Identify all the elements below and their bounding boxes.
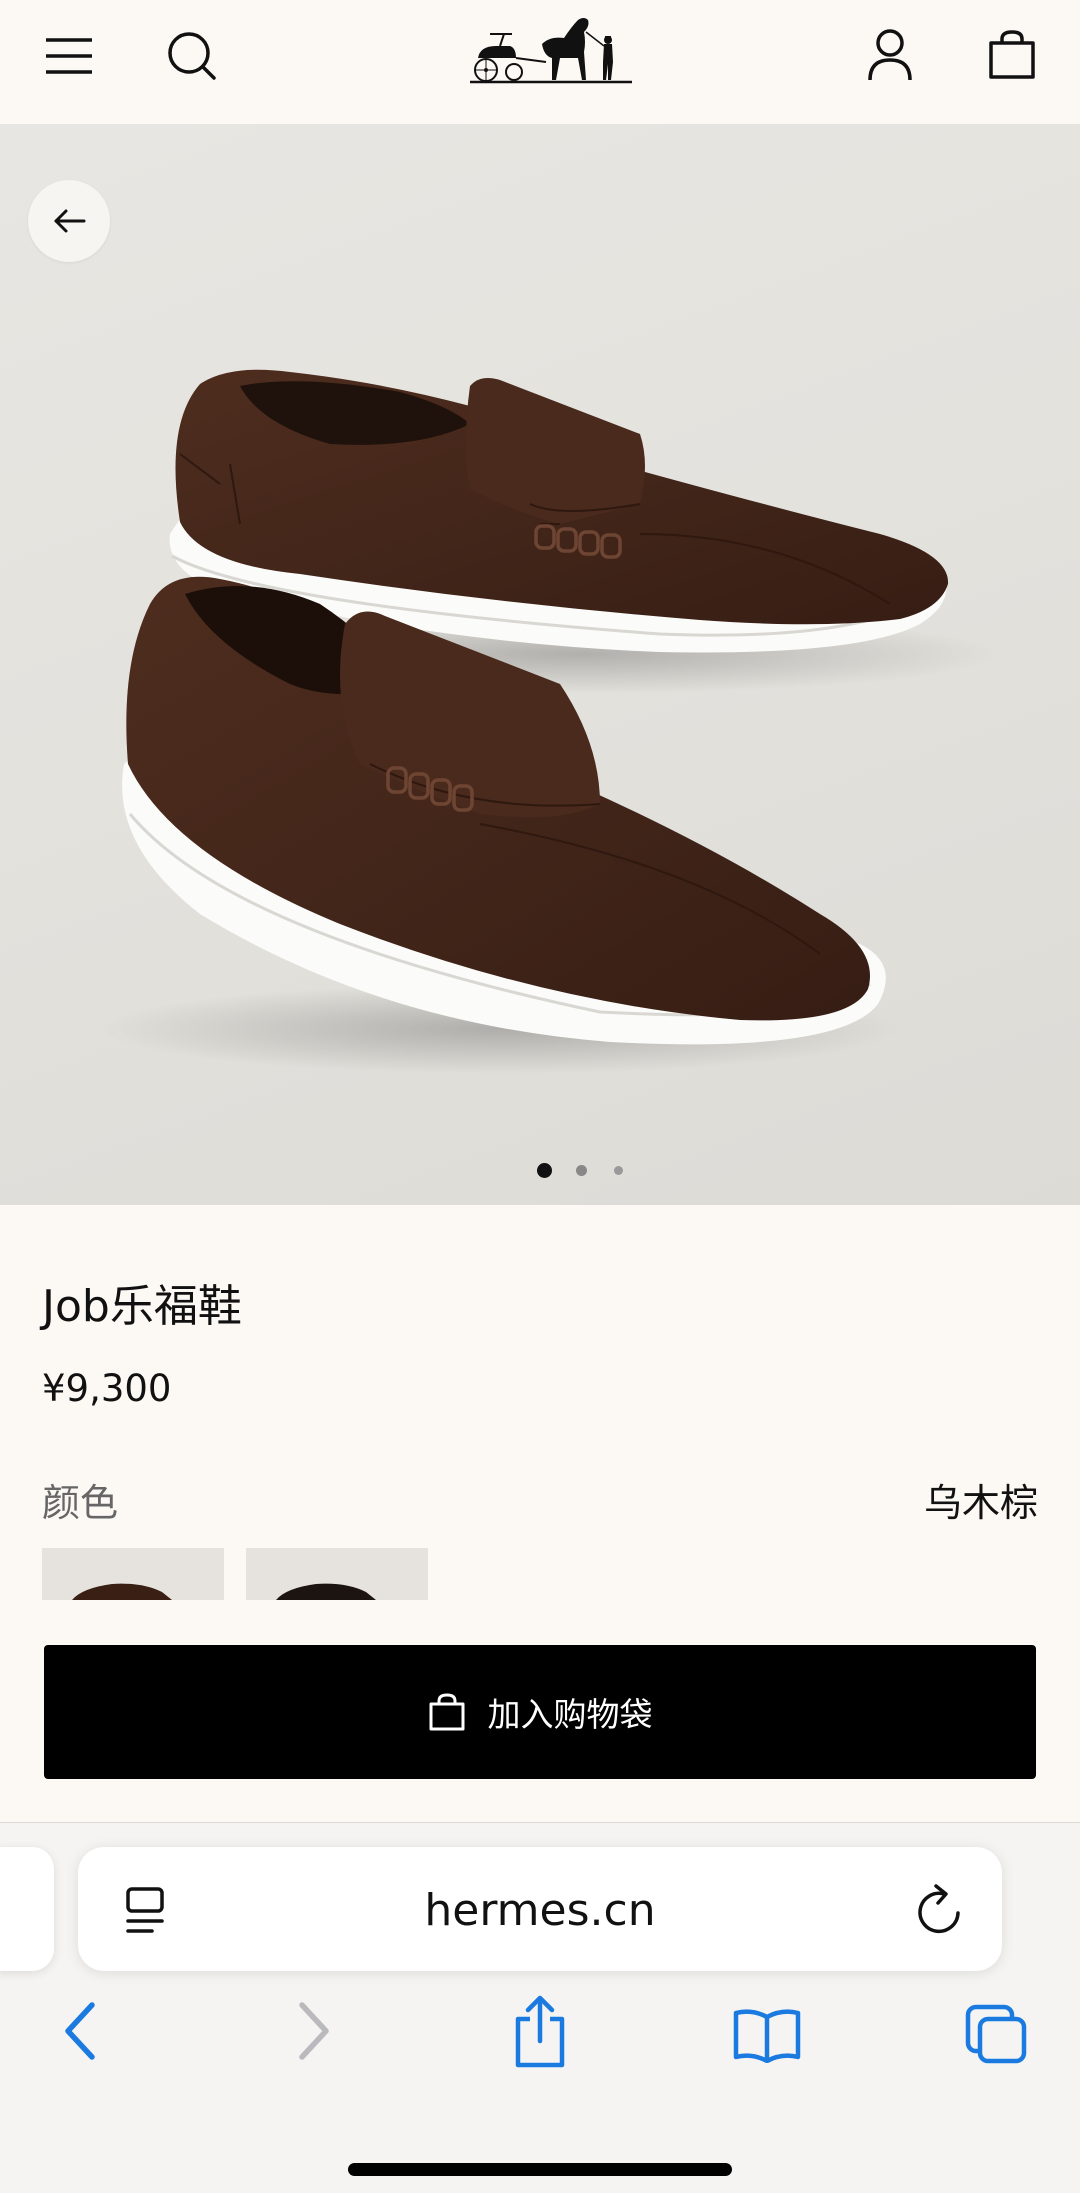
shopping-bag-icon[interactable]: [984, 26, 1040, 84]
reload-icon[interactable]: [914, 1883, 966, 1941]
browser-chrome: hermes.cn: [0, 1822, 1080, 2193]
site-header: [0, 0, 1080, 124]
tabs-icon[interactable]: [964, 2003, 1028, 2069]
color-label: 颜色: [42, 1481, 119, 1525]
product-price: ¥9,300: [42, 1367, 172, 1410]
back-icon[interactable]: [60, 2001, 100, 2065]
url-text[interactable]: hermes.cn: [78, 1885, 1002, 1936]
gallery-pagination: [0, 1160, 1080, 1180]
product-title: Job乐福鞋: [42, 1281, 242, 1332]
color-value: 乌木棕: [923, 1481, 1038, 1525]
address-bar[interactable]: hermes.cn: [78, 1847, 1002, 1971]
search-icon[interactable]: [164, 28, 220, 84]
add-to-bag-button[interactable]: 加入购物袋: [44, 1645, 1036, 1779]
back-button[interactable]: [28, 180, 110, 262]
color-swatch-alt[interactable]: [246, 1548, 428, 1600]
gallery-dot-active[interactable]: [537, 1163, 552, 1178]
share-icon[interactable]: [512, 1995, 568, 2073]
product-image: [100, 369, 1000, 1074]
product-image-gallery[interactable]: [0, 124, 1080, 1205]
add-to-bag-label: 加入购物袋: [487, 1695, 653, 1734]
home-indicator[interactable]: [348, 2163, 732, 2176]
hermes-logo[interactable]: [460, 6, 640, 118]
arrow-left-icon: [54, 209, 86, 233]
shopping-bag-icon: [429, 1693, 464, 1731]
gallery-dot[interactable]: [576, 1165, 587, 1176]
bookmarks-icon[interactable]: [732, 2007, 802, 2067]
previous-tab[interactable]: [0, 1847, 54, 1971]
menu-icon[interactable]: [40, 30, 98, 82]
color-swatch-ebene[interactable]: [42, 1548, 224, 1600]
user-icon[interactable]: [862, 26, 918, 84]
gallery-dot[interactable]: [614, 1166, 623, 1175]
forward-icon[interactable]: [294, 2001, 334, 2065]
